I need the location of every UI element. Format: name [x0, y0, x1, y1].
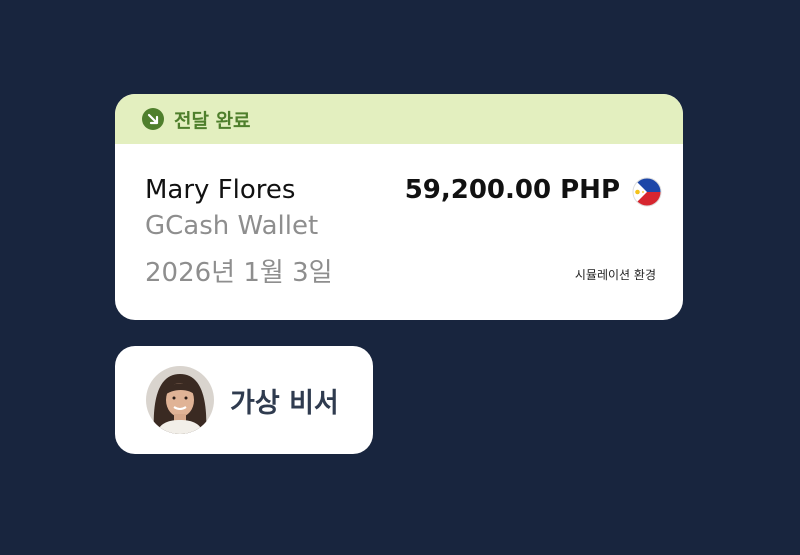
status-label: 전달 완료 [174, 109, 251, 132]
recipient-name: Mary Flores [145, 175, 296, 205]
assistant-label: 가상 비서 [230, 387, 339, 419]
transfer-card: 전달 완료 Mary Flores GCash Wallet 2026년 1월 … [115, 94, 683, 320]
virtual-assistant-card[interactable]: 가상 비서 [115, 346, 373, 454]
arrow-down-right-icon [142, 108, 164, 130]
philippines-flag-icon [632, 177, 662, 207]
payment-method: GCash Wallet [145, 211, 319, 241]
transfer-amount: 59,200.00 PHP [404, 175, 620, 205]
transfer-date: 2026년 1월 3일 [145, 258, 333, 288]
simulation-environment-note: 시뮬레이션 환경 [574, 268, 656, 282]
status-header: 전달 완료 [115, 94, 683, 144]
assistant-avatar [146, 366, 214, 434]
